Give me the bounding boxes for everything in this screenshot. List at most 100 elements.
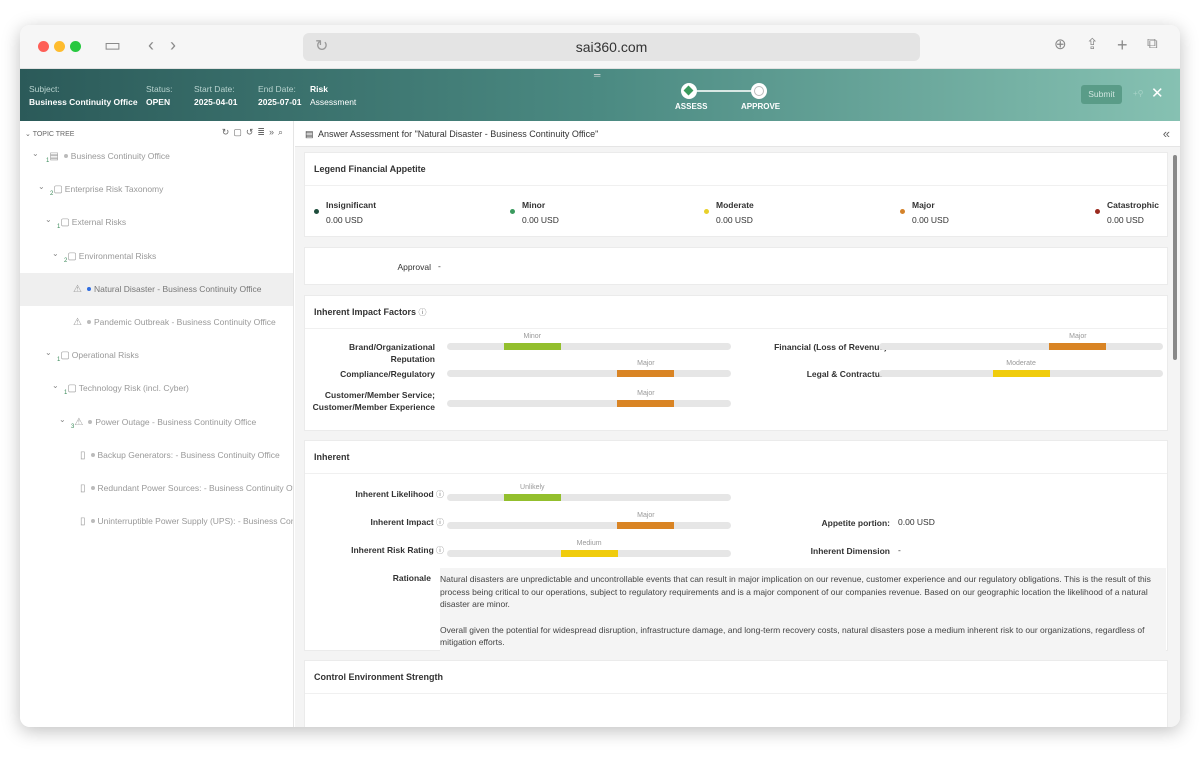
legend-value: 0.00 USD: [326, 215, 363, 225]
expand-icon[interactable]: »: [269, 127, 278, 137]
scrollbar[interactable]: [1173, 151, 1178, 725]
info-icon[interactable]: ⓘ: [434, 518, 444, 527]
tree-item[interactable]: ▯ Redundant Power Sources: - Business Con…: [20, 472, 293, 505]
rating-slider[interactable]: Major: [447, 360, 731, 377]
share-icon[interactable]: ⇪: [1086, 35, 1099, 53]
refresh-icon[interactable]: ↻: [222, 127, 234, 137]
maximize-window-button[interactable]: [70, 41, 81, 52]
step-assess[interactable]: [681, 83, 697, 99]
folder-icon: ▢: [60, 217, 70, 229]
tree-item[interactable]: ▯ Uninterruptible Power Supply (UPS): - B…: [20, 505, 293, 538]
back-icon[interactable]: ‹: [148, 35, 154, 56]
tree-item[interactable]: ⌄ 1▢ Operational Risks: [20, 339, 293, 372]
step-assess-label: ASSESS: [675, 102, 708, 111]
dimension-label: Inherent Dimension: [810, 546, 890, 556]
tree-item[interactable]: ⌄ 1▢ Technology Risk (incl. Cyber): [20, 372, 293, 405]
rating-level-label: Unlikely: [520, 484, 545, 491]
comment-icon[interactable]: ▢: [233, 127, 246, 137]
info-icon[interactable]: ⓘ: [434, 490, 444, 499]
rating-fill: [1049, 343, 1107, 350]
tree-item-label: Uninterruptible Power Supply (UPS): - Bu…: [97, 516, 293, 527]
history-icon[interactable]: ↺: [246, 127, 258, 137]
search-icon[interactable]: ⌕: [278, 127, 287, 137]
chevron-down-icon[interactable]: ⌄: [52, 372, 59, 402]
status-dot: [86, 320, 91, 324]
tabs-overview-icon[interactable]: ⧉: [1147, 35, 1158, 52]
factor-label: Legal & Contractual: [806, 369, 887, 379]
tree-item[interactable]: ▯ Backup Generators: - Business Continuit…: [20, 439, 293, 472]
forward-icon[interactable]: ›: [170, 35, 176, 56]
dimension-value: -: [898, 545, 901, 555]
legend-item: Catastrophic 0.00 USD: [1095, 198, 1159, 228]
new-tab-icon[interactable]: +: [1117, 35, 1128, 56]
tree-item-label: External Risks: [71, 217, 127, 228]
folder-icon: ▢: [53, 184, 63, 196]
legend-item: Minor 0.00 USD: [510, 198, 559, 228]
factor-label: Brand/Organizational Reputation: [349, 342, 435, 364]
rating-slider[interactable]: Minor: [447, 333, 731, 350]
tree-item[interactable]: ⚠ Pandemic Outbreak - Business Continuity…: [20, 306, 293, 339]
factor-label: Inherent Risk Rating ⓘ: [351, 545, 444, 555]
tree-item[interactable]: ⚠ Natural Disaster - Business Continuity …: [20, 272, 293, 306]
minimize-window-button[interactable]: [54, 41, 65, 52]
chevron-down-icon[interactable]: ⌄: [38, 173, 45, 203]
tree-item[interactable]: ⌄ 1▤ Business Continuity Office: [20, 140, 293, 173]
legend-dot: [1095, 209, 1100, 214]
rating-level-label: Minor: [523, 333, 542, 340]
subject-label: Subject:: [29, 84, 60, 94]
browser-toolbar: ▭ ‹ › ↻ sai360.com ⊕ ⇪ + ⧉: [20, 25, 1180, 69]
chevron-down-icon[interactable]: ⌄: [32, 140, 39, 170]
risk-icon: ⚠: [73, 317, 82, 328]
reload-icon[interactable]: ↻: [315, 33, 328, 61]
scrollbar-thumb[interactable]: [1173, 155, 1177, 360]
type-line1: Risk: [310, 84, 328, 94]
sidebar-toggle-icon[interactable]: ▭: [104, 35, 121, 56]
submit-button[interactable]: Submit: [1081, 85, 1122, 104]
rating-slider[interactable]: Medium: [447, 540, 731, 557]
legend-item: Moderate 0.00 USD: [704, 198, 754, 228]
tree-item-label: Environmental Risks: [78, 250, 157, 261]
list-icon[interactable]: ≣: [257, 127, 269, 137]
approval-value: -: [438, 261, 441, 271]
chevron-down-icon[interactable]: ⌄: [59, 406, 66, 436]
rating-level-label: Major: [637, 360, 655, 367]
start-date-value: 2025-04-01: [194, 97, 238, 107]
control-icon: ▯: [80, 516, 86, 528]
chevron-down-icon[interactable]: ⌄: [45, 206, 52, 236]
legend-item: Major 0.00 USD: [900, 198, 949, 228]
rating-slider[interactable]: Moderate: [879, 360, 1163, 377]
info-icon[interactable]: ⓘ: [434, 546, 444, 555]
start-date-label: Start Date:: [194, 84, 235, 94]
step-approve[interactable]: [751, 83, 767, 99]
table-icon: ▤: [305, 129, 314, 139]
download-icon[interactable]: ⊕: [1054, 35, 1067, 53]
tree-item[interactable]: ⌄ 3⚠ Power Outage - Business Continuity Of…: [20, 406, 293, 439]
rating-slider[interactable]: Major: [879, 333, 1163, 350]
rating-slider[interactable]: Unlikely: [447, 484, 731, 501]
tree-item[interactable]: ⌄ 2▢ Enterprise Risk Taxonomy: [20, 173, 293, 206]
drag-handle-icon[interactable]: ═: [594, 70, 600, 80]
status-dot: [90, 452, 95, 457]
collapse-tree-icon[interactable]: ⌄: [25, 131, 31, 138]
tree-item[interactable]: ⌄ 2▢ Environmental Risks: [20, 240, 293, 273]
tree-item[interactable]: ⌄ 1▢ External Risks: [20, 206, 293, 239]
add-user-icon[interactable]: +⚲: [1133, 89, 1144, 98]
info-icon[interactable]: ⓘ: [419, 308, 427, 317]
address-bar[interactable]: ↻ sai360.com: [303, 33, 920, 61]
tree-item-label: Pandemic Outbreak - Business Continuity …: [93, 317, 276, 327]
step-approve-label: APPROVE: [741, 102, 781, 111]
factor-label: Compliance/Regulatory: [340, 369, 435, 379]
rating-slider[interactable]: Major: [447, 390, 731, 407]
tree-item-label: Redundant Power Sources: - Business Cont…: [97, 483, 293, 493]
chevron-down-icon[interactable]: ⌄: [52, 240, 59, 270]
impact-factors-card: Inherent Impact Factors ⓘ Brand/Organiza…: [304, 295, 1168, 431]
close-window-button[interactable]: [38, 41, 49, 52]
inherent-title: Inherent: [305, 441, 1167, 474]
collapse-panel-icon[interactable]: «: [1163, 121, 1170, 147]
chevron-down-icon[interactable]: ⌄: [45, 339, 52, 369]
close-icon[interactable]: ✕: [1151, 84, 1164, 102]
end-date-label: End Date:: [258, 84, 296, 94]
tree-item-label: Technology Risk (incl. Cyber): [78, 383, 189, 394]
rating-slider[interactable]: Major: [447, 512, 731, 529]
status-dot: [86, 286, 91, 291]
